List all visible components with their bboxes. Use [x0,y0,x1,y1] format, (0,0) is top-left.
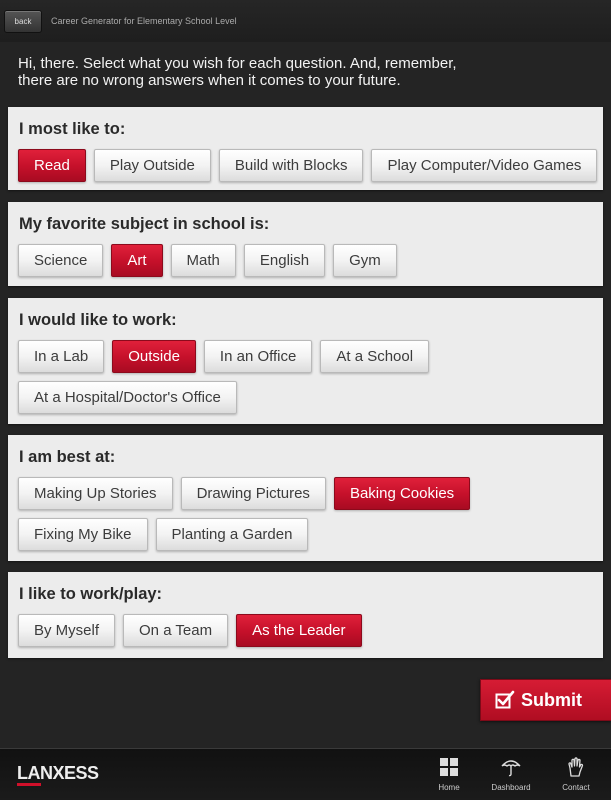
option-outside-button[interactable]: Outside [112,340,196,373]
option-by-myself-button[interactable]: By Myself [18,614,116,647]
nav-contact[interactable]: Contact [546,757,606,792]
option-planting-a-garden-button[interactable]: Planting a Garden [155,518,309,551]
nav-home-label: Home [438,783,460,792]
checkbox-checked-icon [495,690,515,710]
option-gym-button[interactable]: Gym [333,244,397,277]
option-play-outside-button[interactable]: Play Outside [93,149,211,182]
umbrella-icon [501,757,521,783]
option-at-a-school-button[interactable]: At a School [320,340,430,373]
hand-icon [566,757,586,783]
option-as-the-leader-button[interactable]: As the Leader [236,614,362,647]
option-group: Read Play Outside Build with Blocks Play… [18,149,598,182]
question-panel-work-play: I like to work/play: By Myself On a Team… [8,572,603,658]
question-title: I would like to work: [19,311,177,329]
option-at-a-hospital-button[interactable]: At a Hospital/Doctor's Office [18,381,237,414]
question-title: I am best at: [19,448,116,466]
grid-icon [439,757,459,783]
question-panel-like-to: I most like to: Read Play Outside Build … [8,107,603,190]
option-math-button[interactable]: Math [170,244,236,277]
option-group: Science Art Math English Gym [18,244,598,277]
intro-text: Hi, there. Select what you wish for each… [18,55,457,89]
nav-dashboard[interactable]: Dashboard [481,757,541,792]
top-bar: back Career Generator for Elementary Sch… [0,0,611,42]
logo-underline [17,783,41,786]
option-english-button[interactable]: English [243,244,326,277]
option-making-up-stories-button[interactable]: Making Up Stories [18,477,173,510]
lanxess-logo[interactable]: LANXESS [17,763,99,784]
back-button[interactable]: back [4,9,42,33]
submit-label: Submit [521,689,582,710]
option-art-button[interactable]: Art [111,244,163,277]
submit-button[interactable]: Submit [480,679,611,721]
option-in-an-office-button[interactable]: In an Office [203,340,313,373]
option-read-button[interactable]: Read [18,149,86,182]
option-build-with-blocks-button[interactable]: Build with Blocks [218,149,364,182]
option-group: By Myself On a Team As the Leader [18,614,598,647]
question-panel-work-location: I would like to work: In a Lab Outside I… [8,298,603,424]
nav-contact-label: Contact [562,783,590,792]
app-title: Career Generator for Elementary School L… [51,16,237,26]
question-panel-best-at: I am best at: Making Up Stories Drawing … [8,435,603,561]
option-group: In a Lab Outside In an Office At a Schoo… [18,340,448,414]
nav-home[interactable]: Home [419,757,479,792]
footer-bar: LANXESS Home Dashboard Contact [0,748,611,800]
option-science-button[interactable]: Science [18,244,104,277]
option-group: Making Up Stories Drawing Pictures Bakin… [18,477,488,551]
option-on-a-team-button[interactable]: On a Team [123,614,229,647]
question-title: I like to work/play: [19,585,163,603]
question-panel-favorite-subject: My favorite subject in school is: Scienc… [8,202,603,286]
option-drawing-pictures-button[interactable]: Drawing Pictures [180,477,326,510]
question-title: My favorite subject in school is: [19,215,270,233]
question-title: I most like to: [19,120,126,138]
nav-dashboard-label: Dashboard [491,783,531,792]
option-play-computer-games-button[interactable]: Play Computer/Video Games [371,149,598,182]
option-baking-cookies-button[interactable]: Baking Cookies [333,477,471,510]
option-fixing-my-bike-button[interactable]: Fixing My Bike [18,518,148,551]
option-in-a-lab-button[interactable]: In a Lab [18,340,105,373]
